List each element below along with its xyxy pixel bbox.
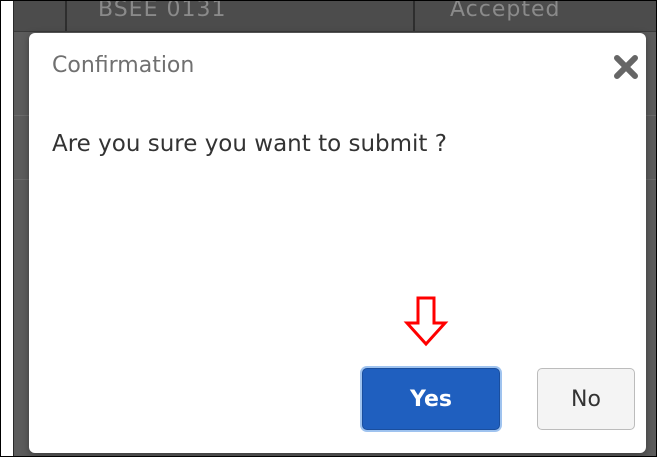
dialog-message: Are you sure you want to submit ? xyxy=(52,131,447,157)
dialog-title: Confirmation xyxy=(52,53,195,78)
background-cell-status: Accepted xyxy=(450,0,561,22)
down-arrow-icon xyxy=(403,295,449,347)
yes-button[interactable]: Yes xyxy=(362,368,500,430)
background-cell-code: BSEE 0131 xyxy=(98,0,227,22)
table-divider xyxy=(65,1,67,31)
screenshot-frame: BSEE 0131 Accepted Confirmation Are you … xyxy=(0,0,657,457)
no-button[interactable]: No xyxy=(537,368,635,430)
close-icon[interactable] xyxy=(613,54,639,80)
table-divider xyxy=(413,1,415,31)
confirmation-dialog: Confirmation Are you sure you want to su… xyxy=(29,33,646,453)
background-table-row: BSEE 0131 Accepted xyxy=(14,0,656,32)
